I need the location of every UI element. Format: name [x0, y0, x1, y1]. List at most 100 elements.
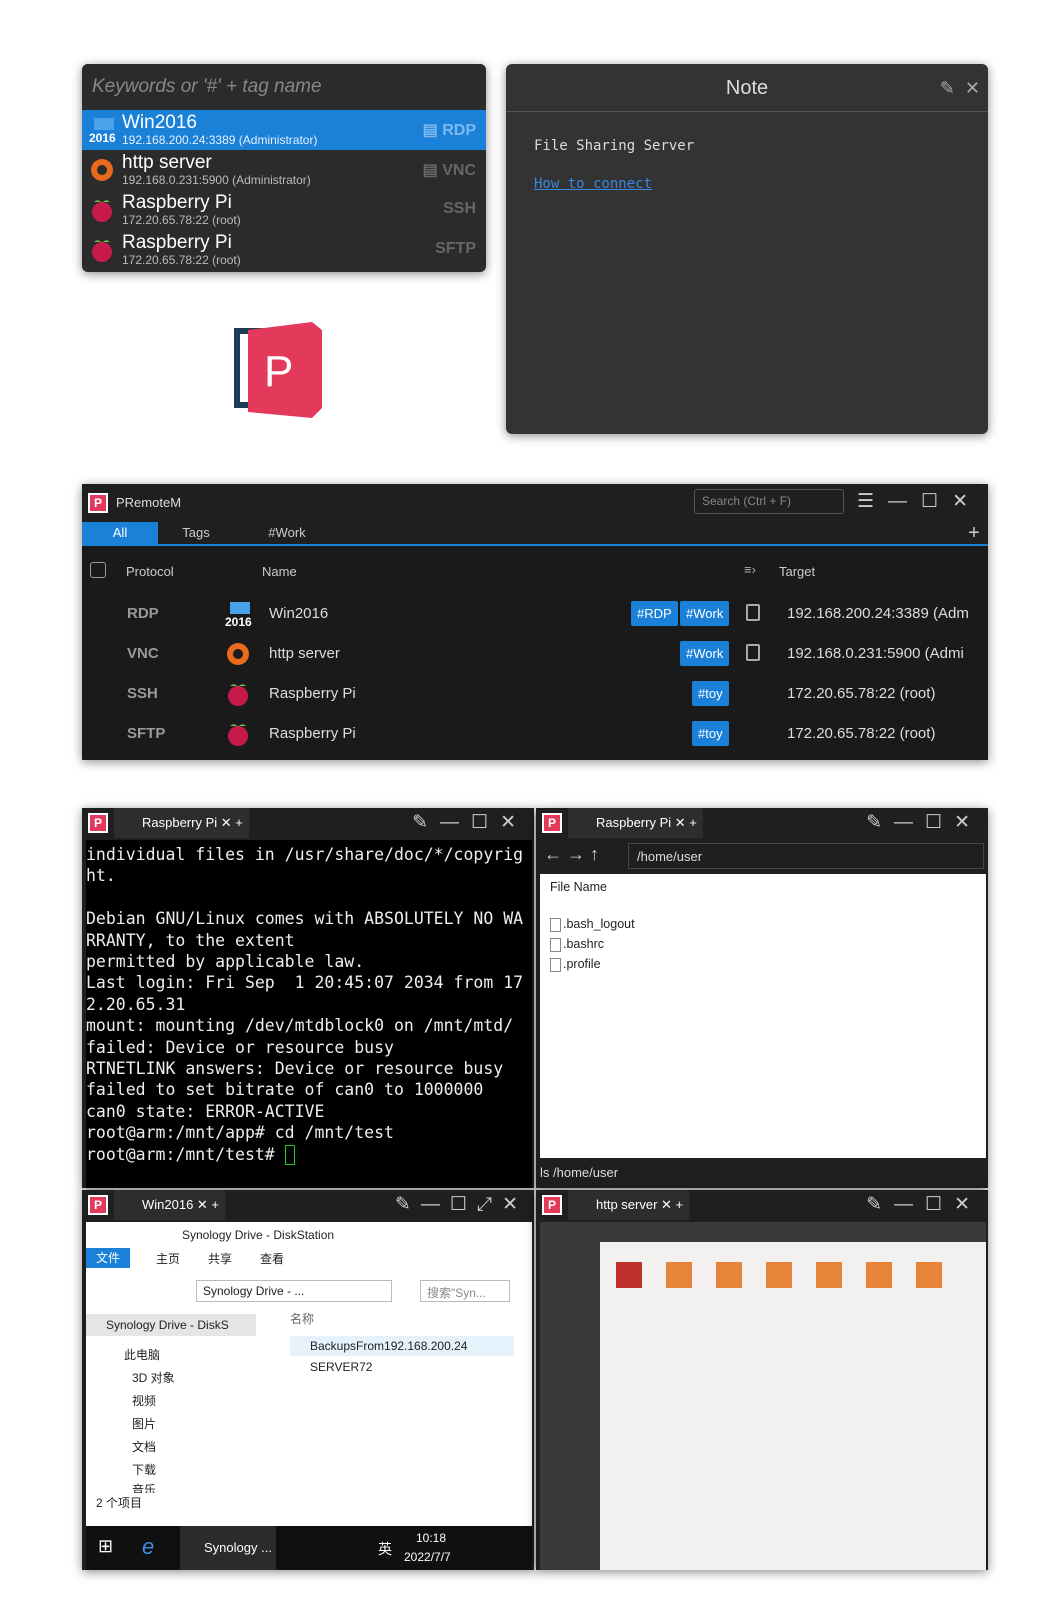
launcher-item-protocol: SFTP	[435, 240, 476, 257]
table-row[interactable]: VNC http server #Work 192.168.0.231:5900…	[82, 634, 988, 674]
ribbon-tab-home[interactable]: 主页	[156, 1250, 180, 1267]
raspberry-pi-icon	[228, 684, 248, 706]
row-target: 172.20.65.78:22 (root)	[787, 685, 936, 702]
raspberry-pi-icon	[92, 240, 112, 262]
note-text: File Sharing Server	[534, 138, 695, 154]
nav-item[interactable]: 文档	[132, 1438, 156, 1455]
vnc-remote-screen[interactable]	[540, 1222, 986, 1570]
note-icon[interactable]	[746, 644, 760, 661]
ie-icon[interactable]: e	[142, 1534, 154, 1560]
windows-server-icon: 2016	[89, 118, 116, 144]
ribbon-tab-share[interactable]: 共享	[208, 1250, 232, 1267]
quick-launcher: Keywords or '#' + tag name 2016 Win2016 …	[82, 64, 486, 272]
table-row[interactable]: RDP 2016 Win2016 #RDP #Work 192.168.200.…	[82, 594, 988, 634]
name-column-header[interactable]: Name	[262, 564, 297, 579]
window-controls[interactable]: ☰—☐✕	[857, 490, 982, 513]
folder-icon	[616, 1262, 642, 1288]
windows-start-icon[interactable]: ⊞	[98, 1536, 113, 1557]
add-tab-button[interactable]: +	[964, 522, 984, 544]
ime-indicator[interactable]: 英	[378, 1539, 392, 1559]
row-target: 172.20.65.78:22 (root)	[787, 725, 936, 742]
window-controls[interactable]: ✎—☐✕	[866, 1193, 982, 1216]
select-all-checkbox[interactable]	[90, 562, 106, 578]
list-item[interactable]: SERVER72	[310, 1360, 372, 1374]
nav-item[interactable]: 此电脑	[124, 1346, 160, 1363]
remote-file-manager	[600, 1242, 986, 1570]
file-list[interactable]: File Name .bash_logout .bashrc .profile	[540, 874, 986, 1158]
file-icon	[550, 937, 561, 952]
taskbar-app[interactable]: Synology ...	[180, 1526, 276, 1570]
nav-item[interactable]: 下载	[132, 1461, 156, 1478]
launcher-item-title: Raspberry Pi	[122, 192, 232, 213]
launcher-search-input[interactable]: Keywords or '#' + tag name	[82, 64, 486, 110]
tab-raspberry-pi[interactable]: Raspberry Pi ✕ +	[568, 808, 703, 838]
nav-item[interactable]: 图片	[132, 1415, 156, 1432]
nav-item[interactable]: 视频	[132, 1392, 156, 1409]
terminal-output[interactable]: individual files in /usr/share/doc/*/cop…	[86, 840, 532, 1188]
note-icon: ▤	[422, 162, 438, 179]
list-item[interactable]: .profile	[540, 954, 986, 974]
protocol-column-header[interactable]: Protocol	[126, 564, 174, 579]
tab-http-server[interactable]: http server ✕ +	[568, 1190, 690, 1220]
edit-icon[interactable]: ✎	[940, 78, 955, 98]
app-icon: P	[542, 813, 562, 833]
launcher-item[interactable]: 2016 Win2016 192.168.200.24:3389 (Admini…	[82, 110, 486, 150]
remote-desktop-screen[interactable]: Synology Drive - DiskStation 文件 主页 共享 查看…	[86, 1222, 532, 1570]
ribbon-tab-view[interactable]: 查看	[260, 1250, 284, 1267]
launcher-item[interactable]: http server 192.168.0.231:5900 (Administ…	[82, 150, 486, 190]
list-item[interactable]: .bashrc	[540, 934, 986, 954]
search-input[interactable]: Search (Ctrl + F)	[694, 489, 844, 514]
file-name-column-header[interactable]: File Name	[540, 874, 986, 914]
close-icon[interactable]: ✕	[965, 78, 980, 98]
ribbon-tab-file[interactable]: 文件	[86, 1248, 130, 1268]
nav-item[interactable]: 音乐	[132, 1481, 156, 1493]
address-bar[interactable]: Synology Drive - ...	[196, 1280, 392, 1302]
tab-raspberry-pi[interactable]: Raspberry Pi ✕ +	[114, 808, 249, 838]
note-icon[interactable]	[746, 604, 760, 621]
tag-badge[interactable]: #Work	[680, 601, 730, 626]
tag-badge[interactable]: #toy	[692, 721, 729, 746]
list-item[interactable]: BackupsFrom192.168.200.24	[290, 1336, 514, 1356]
tag-badge[interactable]: #Work	[680, 641, 730, 666]
note-link[interactable]: How to connect	[534, 176, 960, 192]
launcher-item[interactable]: Raspberry Pi 172.20.65.78:22 (root) SFTP	[82, 230, 486, 270]
terminal-cursor	[284, 1145, 295, 1166]
table-row[interactable]: SFTP Raspberry Pi #toy 172.20.65.78:22 (…	[82, 714, 988, 754]
tab-tags[interactable]: Tags	[166, 522, 226, 544]
path-input[interactable]: /home/user	[628, 843, 984, 869]
row-name: Raspberry Pi	[269, 725, 356, 742]
row-protocol: VNC	[127, 645, 159, 662]
app-icon: P	[88, 1195, 108, 1215]
name-column-header[interactable]: 名称	[290, 1310, 314, 1327]
rdp-window: P Win2016 ✕ + ✎—☐⤢✕ Synology Drive - Dis…	[82, 1190, 534, 1570]
tag-badge[interactable]: #RDP	[631, 601, 678, 626]
app-icon: P	[542, 1195, 562, 1215]
target-column-header[interactable]: Target	[779, 564, 815, 579]
nav-item[interactable]: Synology Drive - DiskS	[86, 1314, 256, 1336]
premotem-logo: P	[234, 322, 322, 418]
folder-icon	[816, 1262, 842, 1288]
explorer-title: Synology Drive - DiskStation	[182, 1228, 335, 1242]
window-controls[interactable]: ✎—☐⤢✕	[395, 1193, 528, 1216]
window-controls[interactable]: ✎—☐✕	[866, 811, 982, 834]
tab-work[interactable]: #Work	[252, 522, 322, 544]
ssh-terminal-window: P Raspberry Pi ✕ + ✎—☐✕ individual files…	[82, 808, 534, 1188]
window-controls[interactable]: ✎—☐✕	[412, 811, 528, 834]
sort-icon[interactable]: ≡›	[744, 562, 756, 577]
ubuntu-icon	[91, 159, 113, 181]
tab-all[interactable]: All	[82, 522, 158, 544]
tab-win2016[interactable]: Win2016 ✕ +	[114, 1190, 226, 1220]
tag-badge[interactable]: #toy	[692, 681, 729, 706]
table-row[interactable]: SSH Raspberry Pi #toy 172.20.65.78:22 (r…	[82, 674, 988, 714]
search-input[interactable]: 搜索"Syn...	[420, 1280, 510, 1302]
launcher-item-protocol: SSH	[443, 200, 476, 217]
folder-icon	[916, 1262, 942, 1288]
nav-item[interactable]: 3D 对象	[132, 1369, 175, 1386]
clock-date[interactable]: 2022/7/7	[404, 1550, 451, 1564]
app-icon: P	[88, 813, 108, 833]
row-name: Raspberry Pi	[269, 685, 356, 702]
nav-arrows[interactable]: ← → ↑	[544, 844, 599, 865]
list-item[interactable]: .bash_logout	[540, 914, 986, 934]
launcher-item[interactable]: Raspberry Pi 172.20.65.78:22 (root) SSH	[82, 190, 486, 230]
clock-time[interactable]: 10:18	[416, 1531, 446, 1545]
